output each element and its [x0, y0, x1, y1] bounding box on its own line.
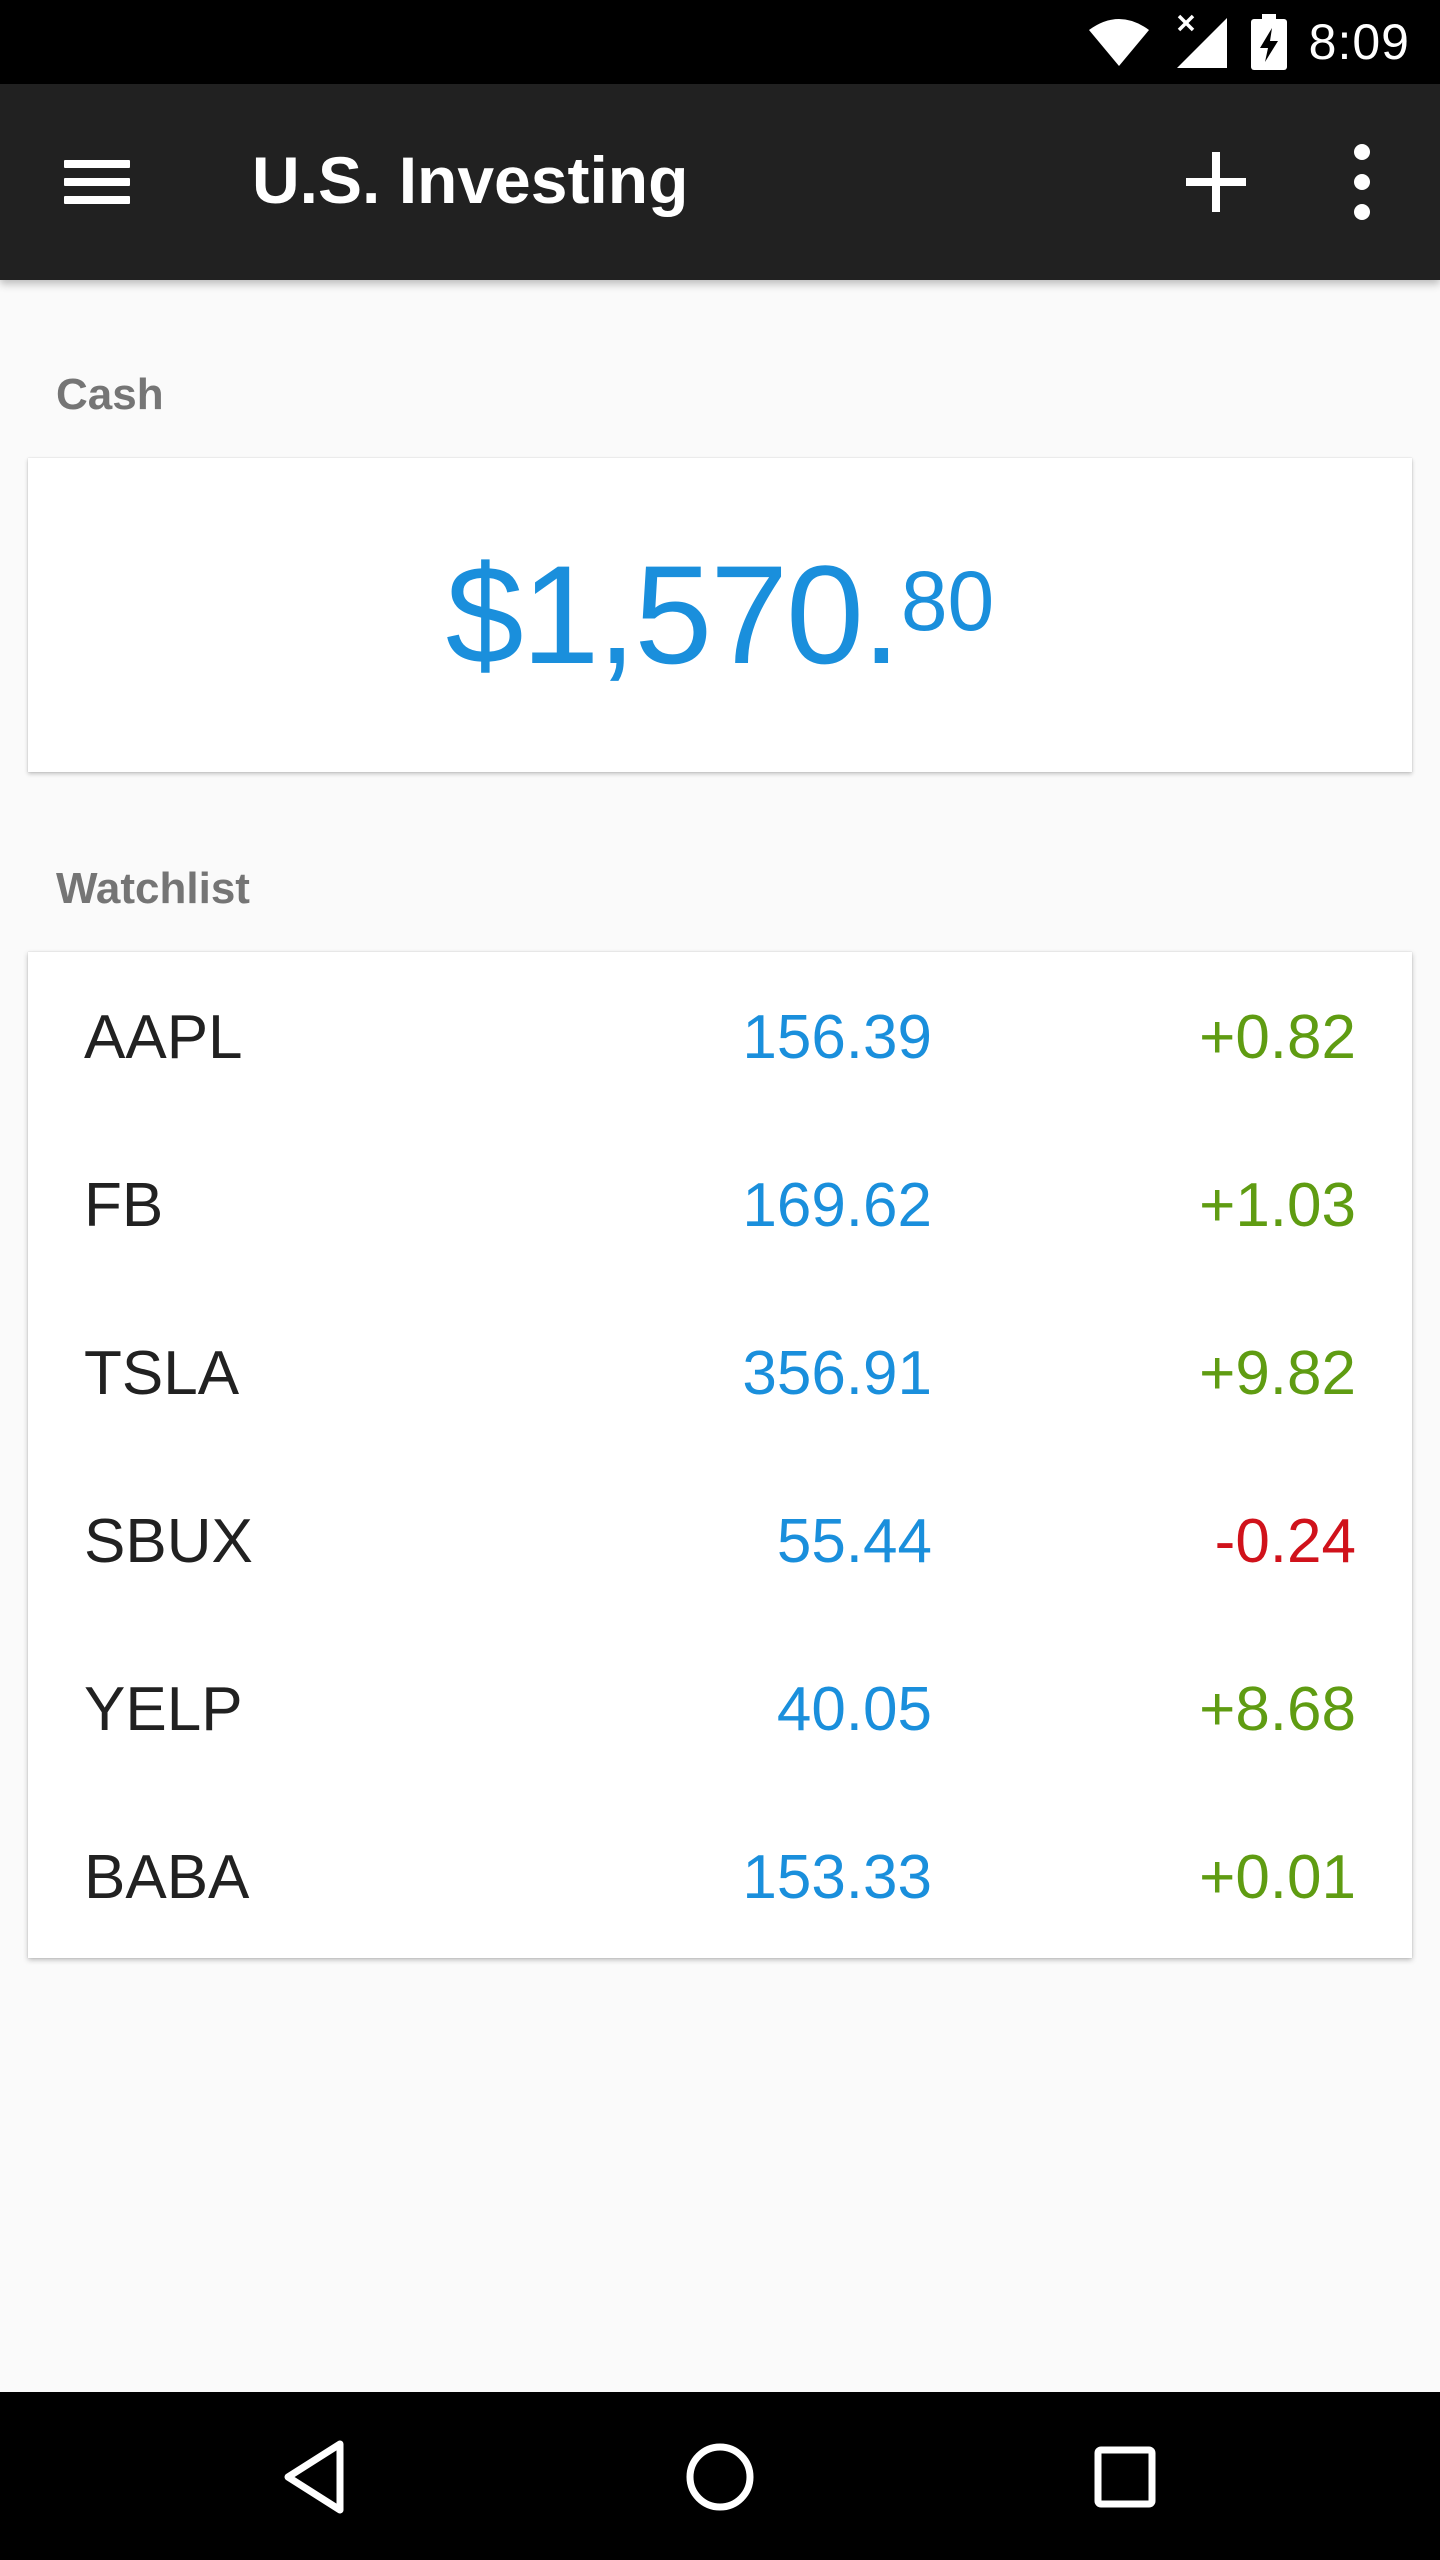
- stock-change: +1.03: [1199, 1171, 1356, 1240]
- watchlist-row-yelp[interactable]: YELP 40.05 +8.68: [28, 1624, 1412, 1792]
- stock-price: 356.91: [742, 1339, 932, 1408]
- watchlist-row-baba[interactable]: BABA 153.33 +0.01: [28, 1792, 1412, 1960]
- stock-symbol: AAPL: [84, 1003, 243, 1072]
- stock-change: +8.68: [1199, 1675, 1356, 1744]
- watchlist-row-sbux[interactable]: SBUX 55.44 -0.24: [28, 1456, 1412, 1624]
- recents-icon[interactable]: [1080, 2432, 1170, 2522]
- cash-amount-main: $1,570.: [445, 536, 901, 693]
- battery-charging-icon: [1250, 14, 1287, 70]
- stock-change: +0.82: [1199, 1003, 1356, 1072]
- more-vert-icon[interactable]: [1330, 138, 1394, 226]
- signal-icon: [1173, 14, 1229, 70]
- navigation-bar: [0, 2392, 1440, 2560]
- watchlist-row-aapl[interactable]: AAPL 156.39 +0.82: [28, 952, 1412, 1120]
- add-icon[interactable]: [1180, 146, 1252, 218]
- stock-price: 153.33: [742, 1843, 932, 1912]
- stock-price: 156.39: [742, 1003, 932, 1072]
- status-bar: 8:09: [0, 0, 1440, 84]
- page-title: U.S. Investing: [252, 143, 689, 217]
- stock-symbol: SBUX: [84, 1507, 253, 1576]
- stock-price: 55.44: [776, 1507, 932, 1576]
- stock-price: 40.05: [776, 1675, 932, 1744]
- wifi-icon: [1087, 16, 1151, 68]
- cash-section-label: Cash: [56, 370, 164, 419]
- stock-symbol: YELP: [84, 1675, 243, 1744]
- screen: 8:09 U.S. Investing Cash $1,570. 80 Watc…: [0, 0, 1440, 2560]
- cash-amount-cents: 80: [900, 554, 995, 648]
- cash-amount: $1,570. 80: [446, 545, 995, 685]
- home-icon[interactable]: [675, 2432, 765, 2522]
- stock-symbol: TSLA: [84, 1339, 240, 1408]
- back-icon[interactable]: [270, 2432, 360, 2522]
- stock-change: -0.24: [1214, 1507, 1356, 1576]
- watchlist-row-fb[interactable]: FB 169.62 +1.03: [28, 1120, 1412, 1288]
- menu-icon[interactable]: [60, 152, 136, 212]
- stock-price: 169.62: [742, 1171, 932, 1240]
- watchlist-section-label: Watchlist: [56, 864, 250, 913]
- cash-card[interactable]: $1,570. 80: [28, 458, 1412, 772]
- stock-symbol: FB: [84, 1171, 164, 1240]
- stock-change: +0.01: [1199, 1843, 1356, 1912]
- app-bar: U.S. Investing: [0, 84, 1440, 280]
- status-time: 8:09: [1308, 14, 1410, 70]
- stock-change: +9.82: [1199, 1339, 1356, 1408]
- stock-symbol: BABA: [84, 1843, 250, 1912]
- watchlist-card: AAPL 156.39 +0.82 FB 169.62 +1.03 TSLA 3…: [28, 952, 1412, 1958]
- watchlist-row-tsla[interactable]: TSLA 356.91 +9.82: [28, 1288, 1412, 1456]
